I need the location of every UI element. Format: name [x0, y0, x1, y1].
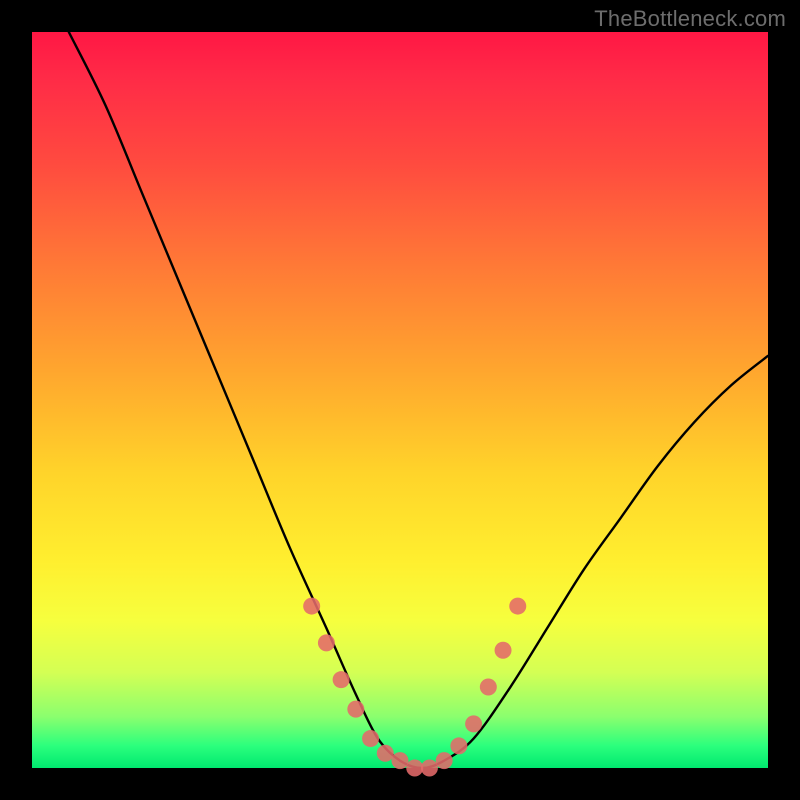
- chart-frame: TheBottleneck.com: [0, 0, 800, 800]
- plot-area: [32, 32, 768, 768]
- bottleneck-curve: [69, 32, 768, 768]
- highlight-dots: [303, 598, 526, 777]
- highlight-dot: [303, 598, 320, 615]
- highlight-dot: [421, 760, 438, 777]
- highlight-dot: [347, 701, 364, 718]
- highlight-dot: [406, 760, 423, 777]
- watermark-text: TheBottleneck.com: [594, 6, 786, 32]
- highlight-dot: [509, 598, 526, 615]
- highlight-dot: [465, 715, 482, 732]
- highlight-dot: [333, 671, 350, 688]
- highlight-dot: [480, 679, 497, 696]
- highlight-dot: [450, 737, 467, 754]
- highlight-dot: [318, 634, 335, 651]
- highlight-dot: [495, 642, 512, 659]
- highlight-dot: [436, 752, 453, 769]
- highlight-dot: [392, 752, 409, 769]
- highlight-dot: [377, 745, 394, 762]
- highlight-dot: [362, 730, 379, 747]
- curve-layer: [32, 32, 768, 768]
